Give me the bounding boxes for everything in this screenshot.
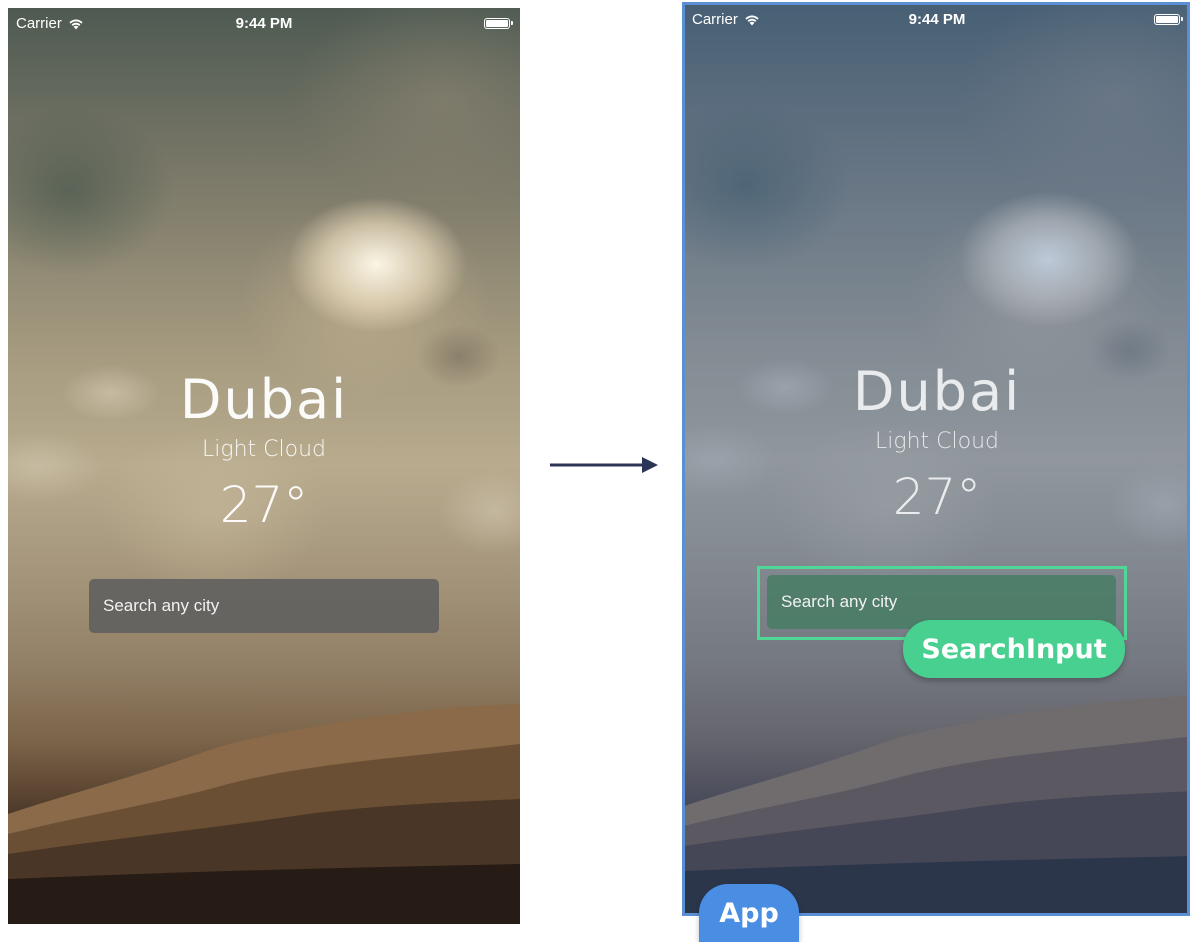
weather-condition: Light Cloud [202, 437, 326, 462]
weather-summary: Dubai Light Cloud 27° [684, 360, 1190, 526]
city-name: Dubai [852, 360, 1022, 423]
status-bar: Carrier 9:44 PM [684, 4, 1190, 32]
search-input[interactable] [89, 579, 439, 633]
app-component-label: App [699, 884, 799, 942]
city-name: Dubai [179, 368, 349, 431]
diagram-page: Carrier 9:44 PM Dubai Light Cloud 27° Se… [0, 0, 1194, 942]
app-screen-annotated: Carrier 9:44 PM Dubai Light Cloud 27° [684, 4, 1190, 916]
weather-condition: Light Cloud [875, 429, 999, 454]
battery-icon [484, 18, 513, 29]
weather-summary: Dubai Light Cloud 27° [8, 368, 520, 534]
temperature: 27° [892, 468, 982, 526]
status-bar: Carrier 9:44 PM [8, 8, 520, 36]
search-input-component-label: SearchInput [903, 620, 1125, 678]
status-time: 9:44 PM [235, 15, 293, 32]
app-screen-original: Carrier 9:44 PM Dubai Light Cloud 27° [8, 8, 520, 924]
arrow-right-icon [550, 457, 658, 473]
battery-icon [1154, 14, 1183, 25]
status-time: 9:44 PM [908, 11, 966, 28]
dunes-image [8, 704, 520, 924]
temperature: 27° [219, 476, 309, 534]
